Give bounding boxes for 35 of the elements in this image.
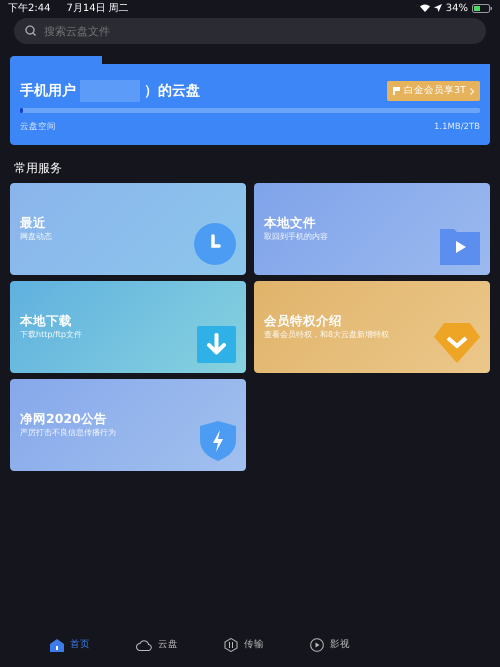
vip-button[interactable]: 白金会员享3T: [387, 80, 480, 102]
play-icon: [310, 638, 324, 652]
search-icon: [25, 25, 36, 36]
blurred-username: [80, 80, 140, 102]
service-card[interactable]: 本地文件 取回到手机的内容: [254, 183, 490, 275]
tab-bar-item[interactable]: 影视: [310, 638, 350, 652]
service-card[interactable]: 会员特权介绍 查看会员特权，和8大云盘新增特权: [254, 281, 490, 373]
flag-icon: [393, 87, 400, 95]
transfer-icon: [224, 638, 238, 652]
service-card[interactable]: 最近 网盘动态: [10, 183, 246, 275]
service-card[interactable]: 本地下载 下载http/ftp文件: [10, 281, 246, 373]
status-time: 下午2:44: [8, 2, 50, 16]
service-card[interactable]: 净网2020公告 严厉打击不良信息传播行为: [10, 379, 246, 471]
battery-percent: 34%: [446, 2, 468, 16]
tab-bar-item[interactable]: 传输: [224, 638, 264, 652]
download-icon: [197, 326, 236, 363]
wifi-icon: [420, 4, 430, 12]
shield-icon: [200, 421, 236, 461]
clock-icon: [194, 223, 236, 265]
status-date: 7月14日 周二: [66, 2, 129, 16]
storage-title: ）的云盘: [144, 82, 200, 100]
search-field[interactable]: 搜索云盘文件: [14, 18, 486, 44]
tab-bar-item[interactable]: 首页: [50, 638, 90, 652]
battery-icon: [472, 4, 492, 12]
section-title: 常用服务: [14, 160, 63, 177]
tab-bar-item[interactable]: 云盘: [136, 638, 178, 652]
storage-label: 云盘空间: [20, 121, 56, 134]
home-icon: [50, 638, 64, 652]
chevron-icon: [470, 88, 474, 94]
cloud-icon: [136, 639, 152, 651]
storage-title: 手机用户: [20, 82, 76, 100]
folder-play-icon: [440, 229, 480, 265]
location-icon: [434, 4, 442, 12]
gem-icon: [434, 323, 480, 363]
storage-usage: 1.1MB/2TB: [434, 121, 480, 134]
